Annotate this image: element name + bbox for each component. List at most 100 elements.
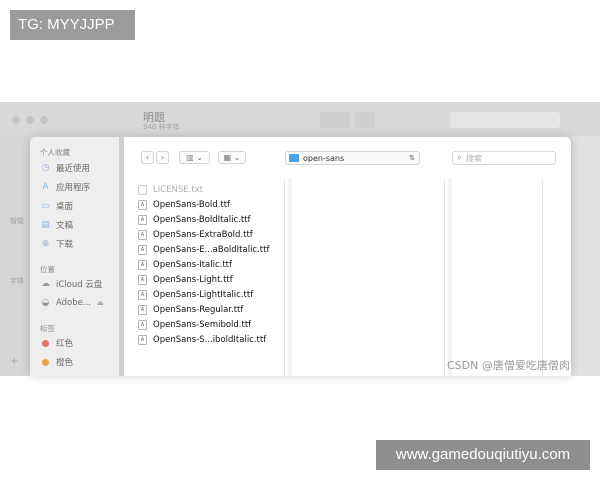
sidebar-item-label: 下载 [56,240,74,250]
tags-header: 标签 [40,324,55,333]
file-row[interactable]: A OpenSans-ExtraBold.ttf [138,227,253,242]
file-name: OpenSans-Italic.ttf [153,259,232,270]
file-name: OpenSans-E...aBoldItalic.ttf [153,244,270,255]
locations-header: 位置 [40,265,55,274]
columns-view-icon: ▥ ⌄ [186,153,203,162]
font-file-icon: A [138,304,147,315]
sidebar-item-label: 橙色 [56,358,74,368]
location-popup[interactable]: open-sans ⇅ [285,151,420,165]
sidebar-item-downloads[interactable]: ⊕ 下载 [40,237,73,251]
location-label: open-sans [303,153,345,163]
orange-tag-icon [40,357,51,368]
close-dot-icon [12,116,20,124]
column-divider[interactable] [284,179,285,376]
font-file-icon: A [138,229,147,240]
sidebar-item-desktop[interactable]: ▭ 桌面 [40,199,73,213]
sidebar-item-label: 文稿 [56,221,74,231]
folder-icon [289,154,299,162]
font-file-icon: A [138,199,147,210]
font-file-icon: A [138,244,147,255]
grid-view-icon: ▦ ⌄ [223,153,241,162]
back-button[interactable]: ‹ [141,151,154,164]
file-name: OpenSans-ExtraBold.ttf [153,229,253,240]
sidebar-item-label: Adobe... [56,298,91,308]
sidebar-scrollbar[interactable] [119,137,124,376]
background-right-panel [572,136,600,376]
download-icon: ⊕ [41,239,50,249]
column-resize-bar[interactable] [288,179,292,376]
eject-icon[interactable]: ⏏ [97,299,104,307]
background-toolbar-button [320,112,350,128]
bottom-tag: www.gamedouqiutiyu.com [376,440,590,470]
open-dialog: 个人收藏 ◷ 最近使用 A 应用程序 ▭ 桌面 ▤ 文稿 ⊕ 下载 位置 ☁ i… [30,137,571,376]
file-name: OpenSans-Semibold.ttf [153,319,252,330]
dialog-sidebar: 个人收藏 ◷ 最近使用 A 应用程序 ▭ 桌面 ▤ 文稿 ⊕ 下载 位置 ☁ i… [30,137,124,376]
cloud-icon: ☁ [41,279,50,289]
file-row[interactable]: A OpenSans-LightItalic.ttf [138,287,253,302]
file-name: OpenSans-BoldItalic.ttf [153,214,251,225]
file-name: OpenSans-Bold.ttf [153,199,231,210]
file-row[interactable]: A OpenSans-Semibold.ttf [138,317,251,332]
clock-icon: ◷ [41,163,50,173]
updown-chevron-icon: ⇅ [409,154,415,162]
font-file-icon: A [138,289,147,300]
file-row[interactable]: A OpenSans-S...iboldItalic.ttf [138,332,266,347]
csdn-watermark: CSDN @唐僧爱吃唐僧肉 [447,359,570,372]
search-icon: ⌕ [457,153,463,163]
column-divider[interactable] [542,179,543,376]
top-tag: TG: MYYJJPP [10,10,135,40]
sidebar-item-tag-red[interactable]: 红色 [40,336,73,350]
minimize-dot-icon [26,116,34,124]
file-name: LICENSE.txt [153,184,204,195]
forward-button[interactable]: › [156,151,169,164]
file-name: OpenSans-S...iboldItalic.ttf [153,334,267,345]
sidebar-item-documents[interactable]: ▤ 文稿 [40,218,73,232]
background-sidebar: 智能 字体 + [0,136,30,376]
chevron-left-icon: ‹ [145,153,150,162]
search-placeholder: 搜索 [466,153,483,163]
sidebar-item-label: iCloud 云盘 [56,280,103,290]
disk-icon: ◒ [41,298,50,308]
sidebar-item-label: 桌面 [56,202,74,212]
column-divider[interactable] [444,179,445,376]
file-name: OpenSans-LightItalic.ttf [153,289,254,300]
file-name: OpenSans-Regular.ttf [153,304,244,315]
zoom-dot-icon [40,116,48,124]
file-row[interactable]: A OpenSans-Italic.ttf [138,257,232,272]
background-side-label: 智能 [10,217,24,225]
file-row[interactable]: A OpenSans-E...aBoldItalic.ttf [138,242,269,257]
background-add-icon: + [10,356,19,367]
file-name: OpenSans-Light.ttf [153,274,233,285]
file-row[interactable]: A OpenSans-BoldItalic.ttf [138,212,250,227]
desktop-icon: ▭ [41,201,50,211]
chevron-right-icon: › [160,153,165,162]
background-search-field [450,112,560,128]
column-resize-bar[interactable] [448,179,452,376]
group-view-button[interactable]: ▦ ⌄ [218,151,246,164]
sidebar-item-label: 红色 [56,339,74,349]
font-file-icon: A [138,319,147,330]
red-tag-icon [40,338,51,349]
background-toolbar-button [355,112,375,128]
file-row[interactable]: LICENSE.txt [138,182,203,197]
sidebar-item-icloud[interactable]: ☁ iCloud 云盘 [40,277,102,291]
sidebar-item-label: 应用程序 [56,183,91,193]
sidebar-item-applications[interactable]: A 应用程序 [40,180,90,194]
favorites-header: 个人收藏 [40,148,70,157]
sidebar-item-adobe-disk[interactable]: ◒ Adobe... ⏏ [40,296,104,310]
file-row[interactable]: A OpenSans-Bold.ttf [138,197,230,212]
file-row[interactable]: A OpenSans-Regular.ttf [138,302,243,317]
background-window-subtitle: 940 种字体 [143,123,180,131]
view-columns-button[interactable]: ▥ ⌄ [179,151,210,164]
apps-icon: A [42,182,49,192]
background-titlebar: 明题 940 种字体 [0,102,600,136]
sidebar-item-tag-orange[interactable]: 橙色 [40,355,73,369]
font-file-icon: A [138,274,147,285]
search-input[interactable]: ⌕ 搜索 [452,151,556,165]
sidebar-item-recents[interactable]: ◷ 最近使用 [40,161,90,175]
text-file-icon [138,184,147,195]
background-side-label: 字体 [10,277,24,285]
sidebar-item-label: 最近使用 [56,164,91,174]
file-row[interactable]: A OpenSans-Light.ttf [138,272,233,287]
font-file-icon: A [138,214,147,225]
